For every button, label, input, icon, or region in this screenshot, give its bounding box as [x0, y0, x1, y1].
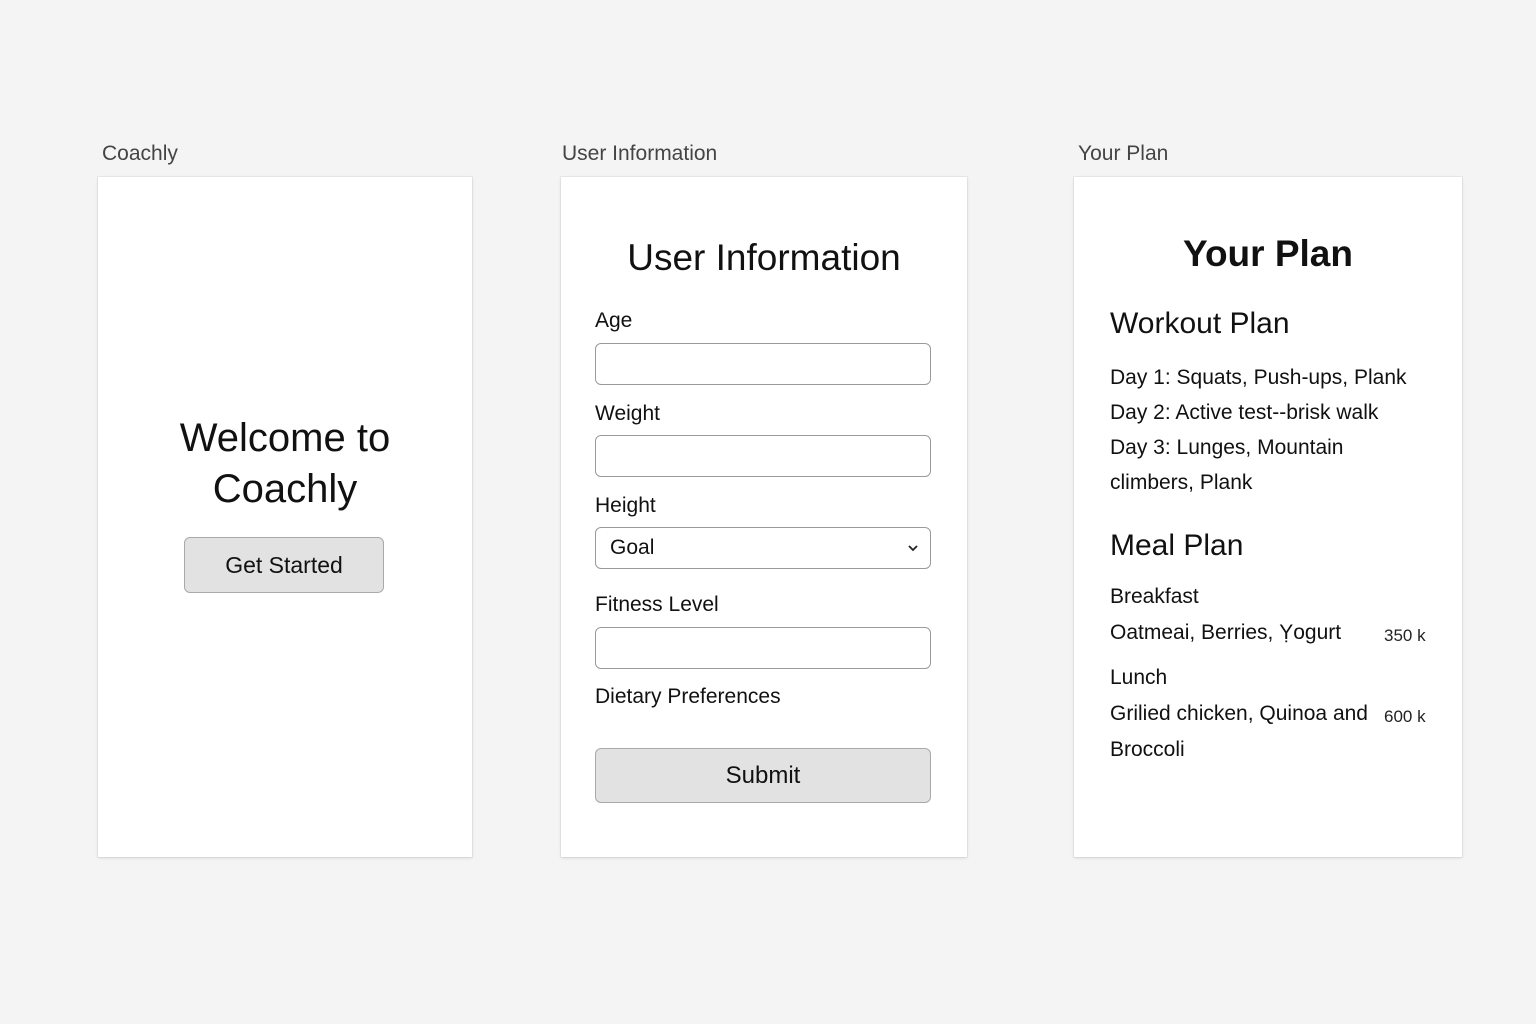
height-select-value: Goal [610, 536, 655, 559]
meal-calories-breakfast: 350 k [1384, 626, 1426, 645]
list-item: Day 1: Squats, Push-ups, Plank [1110, 366, 1407, 389]
height-label: Height [595, 494, 656, 517]
workout-plan-heading: Workout Plan [1110, 307, 1290, 340]
age-label: Age [595, 309, 633, 332]
meal-calories-lunch: 600 k [1384, 707, 1426, 726]
meal-name-lunch: Lunch [1110, 666, 1168, 689]
frame-label-welcome: Coachly [102, 142, 178, 165]
meal-description-breakfast: Oatmeai, Berries, Ỵogurt [1110, 621, 1342, 644]
fitness-level-field[interactable] [595, 627, 931, 669]
workout-days-list: Day 1: Squats, Push-ups, Plank Day 2: Ac… [1110, 360, 1430, 500]
page-title: Your Plan [1183, 233, 1353, 274]
weight-field[interactable] [595, 435, 931, 477]
meal-description-lunch: Grilied chicken, Quinoa and Broccoli [1110, 702, 1368, 761]
list-item: Day 3: Lunges, Mountain climbers, Plank [1110, 436, 1344, 494]
get-started-button[interactable]: Get Started [184, 537, 384, 593]
plan-screen: Your Plan Workout Plan Day 1: Squats, Pu… [1074, 177, 1462, 857]
frame-label-plan: Your Plan [1078, 142, 1169, 165]
meal-plan-heading: Meal Plan [1110, 529, 1244, 562]
list-item: Day 2: Active test--brisk walk [1110, 401, 1379, 424]
user-info-screen: User Information Age Weight Height Goal … [561, 177, 967, 857]
submit-button[interactable]: Submit [595, 748, 931, 803]
meal-name-breakfast: Breakfast [1110, 585, 1199, 608]
weight-label: Weight [595, 402, 660, 425]
frame-label-user-info: User Information [562, 142, 718, 165]
dietary-preferences-label: Dietary Preferences [595, 685, 781, 708]
fitness-level-label: Fitness Level [595, 593, 719, 616]
height-select[interactable]: Goal [595, 527, 931, 569]
welcome-screen: Welcome to Coachly Get Started [98, 177, 472, 857]
chevron-down-icon [908, 545, 918, 552]
page-title: User Information [627, 237, 901, 278]
welcome-heading: Welcome to Coachly [179, 416, 391, 511]
age-field[interactable] [595, 343, 931, 385]
